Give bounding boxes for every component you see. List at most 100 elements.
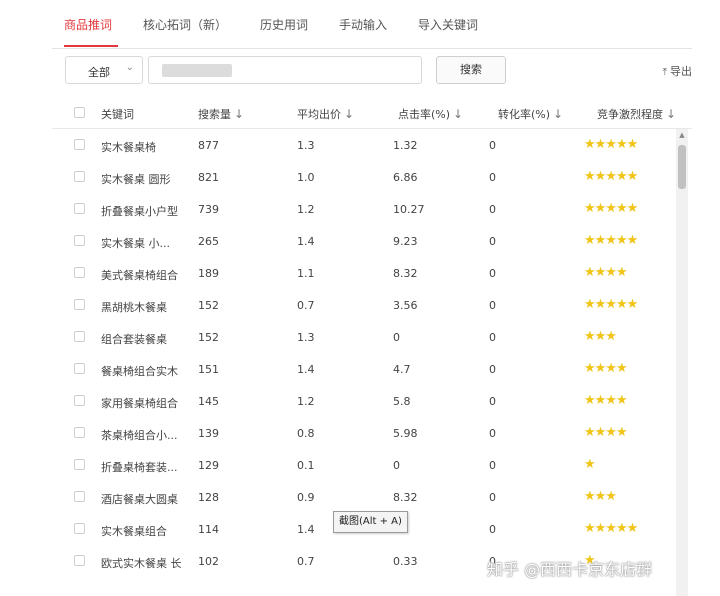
competition-stars-icon: ★★★★★ [584,201,638,216]
tab-core-expansion[interactable]: 核心拓词（新） [143,16,227,33]
search-button[interactable]: 搜索 [436,56,506,84]
row-checkbox[interactable] [74,491,85,502]
cvr-cell: 0 [489,427,496,440]
table-row[interactable]: 家用餐桌椅组合 145 1.2 5.8 0 ★★★★ [52,385,674,417]
sort-arrow-icon: ↓ [234,107,245,121]
keyword-cell: 茶桌椅组合小... [101,429,178,442]
column-header-cvr[interactable]: 转化率(%) ↓ [498,106,563,122]
ctr-cell: 0 [393,459,400,472]
search-volume-cell: 152 [198,299,219,312]
column-header-keyword: 关键词 [101,108,134,121]
row-checkbox[interactable] [74,267,85,278]
row-checkbox[interactable] [74,555,85,566]
search-volume-cell: 128 [198,491,219,504]
table-row[interactable]: 黑胡桃木餐桌 152 0.7 3.56 0 ★★★★★ [52,289,674,321]
avg-bid-cell: 0.7 [297,299,315,312]
row-checkbox[interactable] [74,363,85,374]
sort-arrow-icon: ↓ [666,107,677,121]
sort-arrow-icon: ↓ [453,107,464,121]
row-checkbox[interactable] [74,523,85,534]
competition-stars-icon: ★ [584,457,596,472]
search-volume-cell: 114 [198,523,219,536]
row-checkbox[interactable] [74,139,85,150]
competition-stars-icon: ★★★★★ [584,297,638,312]
search-volume-cell: 821 [198,171,219,184]
table-row[interactable]: 实木餐桌椅 877 1.3 1.32 0 ★★★★★ [52,129,674,161]
ctr-cell: 0 [393,331,400,344]
avg-bid-cell: 1.2 [297,395,315,408]
chevron-down-icon: ⌄ [125,62,134,73]
select-all-checkbox[interactable] [74,107,85,118]
row-checkbox[interactable] [74,299,85,310]
table-row[interactable]: 组合套装餐桌 152 1.3 0 0 ★★★ [52,321,674,353]
vertical-scrollbar[interactable]: ▲ [676,129,688,596]
table-row[interactable]: 折叠桌椅套装... 129 0.1 0 0 ★ [52,449,674,481]
search-volume-cell: 265 [198,235,219,248]
competition-stars-icon: ★★★★★ [584,521,638,536]
table-row[interactable]: 实木餐桌 圆形 821 1.0 6.86 0 ★★★★★ [52,161,674,193]
tab-import-keywords[interactable]: 导入关键词 [418,16,478,33]
avg-bid-cell: 0.8 [297,427,315,440]
cvr-cell: 0 [489,203,496,216]
row-checkbox[interactable] [74,427,85,438]
category-select[interactable]: 全部 ⌄ [65,56,143,84]
table-row[interactable]: 酒店餐桌大圆桌 128 0.9 8.32 0 ★★★ [52,481,674,513]
cvr-cell: 0 [489,235,496,248]
keyword-cell: 美式餐桌椅组合 [101,269,178,282]
ctr-cell: 5.98 [393,427,418,440]
search-volume-cell: 877 [198,139,219,152]
scrollbar-thumb[interactable] [678,145,686,189]
avg-bid-cell: 1.4 [297,235,315,248]
column-header-search-volume[interactable]: 搜索量 ↓ [198,106,244,122]
ctr-cell: 5.8 [393,395,411,408]
column-header-avg-bid[interactable]: 平均出价 ↓ [297,106,354,122]
tab-manual-input[interactable]: 手动输入 [339,16,387,33]
ctr-cell: 10.27 [393,203,425,216]
row-checkbox[interactable] [74,171,85,182]
cvr-cell: 0 [489,331,496,344]
cvr-cell: 0 [489,395,496,408]
competition-stars-icon: ★★★★ [584,361,628,376]
avg-bid-cell: 1.4 [297,363,315,376]
ctr-cell: 8.32 [393,267,418,280]
ctr-cell: 9.23 [393,235,418,248]
category-select-value: 全部 [88,66,110,79]
row-checkbox[interactable] [74,203,85,214]
table-row[interactable]: 茶桌椅组合小... 139 0.8 5.98 0 ★★★★ [52,417,674,449]
cvr-cell: 0 [489,459,496,472]
avg-bid-cell: 0.9 [297,491,315,504]
export-button[interactable]: ⤒ 导出 [663,63,692,79]
keyword-cell: 实木餐桌椅 [101,141,156,154]
avg-bid-cell: 0.7 [297,555,315,568]
table-row[interactable]: 折叠餐桌小户型 739 1.2 10.27 0 ★★★★★ [52,193,674,225]
sort-arrow-icon: ↓ [344,107,355,121]
row-checkbox[interactable] [74,331,85,342]
column-header-competition[interactable]: 竞争激烈程度 ↓ [597,106,676,122]
avg-bid-cell: 1.4 [297,523,315,536]
tab-history-keywords[interactable]: 历史用词 [260,16,308,33]
row-checkbox[interactable] [74,395,85,406]
row-checkbox[interactable] [74,235,85,246]
table-header: 关键词 搜索量 ↓ 平均出价 ↓ 点击率(%) ↓ 转化率(%) ↓ 竞争激烈程度 ↓ [52,96,692,129]
table-row[interactable]: 实木餐桌 小... 265 1.4 9.23 0 ★★★★★ [52,225,674,257]
search-volume-cell: 152 [198,331,219,344]
keyword-cell: 酒店餐桌大圆桌 [101,493,178,506]
column-header-ctr[interactable]: 点击率(%) ↓ [398,106,463,122]
search-volume-cell: 102 [198,555,219,568]
avg-bid-cell: 1.2 [297,203,315,216]
search-volume-cell: 189 [198,267,219,280]
keyword-search-input[interactable] [148,56,422,84]
search-volume-cell: 151 [198,363,219,376]
scroll-up-icon[interactable]: ▲ [676,131,688,139]
cvr-cell: 0 [489,491,496,504]
cvr-cell: 0 [489,139,496,152]
table-row[interactable]: 美式餐桌椅组合 189 1.1 8.32 0 ★★★★ [52,257,674,289]
tab-product-keywords[interactable]: 商品推词 [64,16,112,33]
cvr-cell: 0 [489,363,496,376]
cvr-cell: 0 [489,299,496,312]
cvr-cell: 0 [489,523,496,536]
competition-stars-icon: ★★★ [584,329,617,344]
row-checkbox[interactable] [74,459,85,470]
table-row[interactable]: 餐桌椅组合实木 151 1.4 4.7 0 ★★★★ [52,353,674,385]
keyword-cell: 实木餐桌 小... [101,237,170,250]
